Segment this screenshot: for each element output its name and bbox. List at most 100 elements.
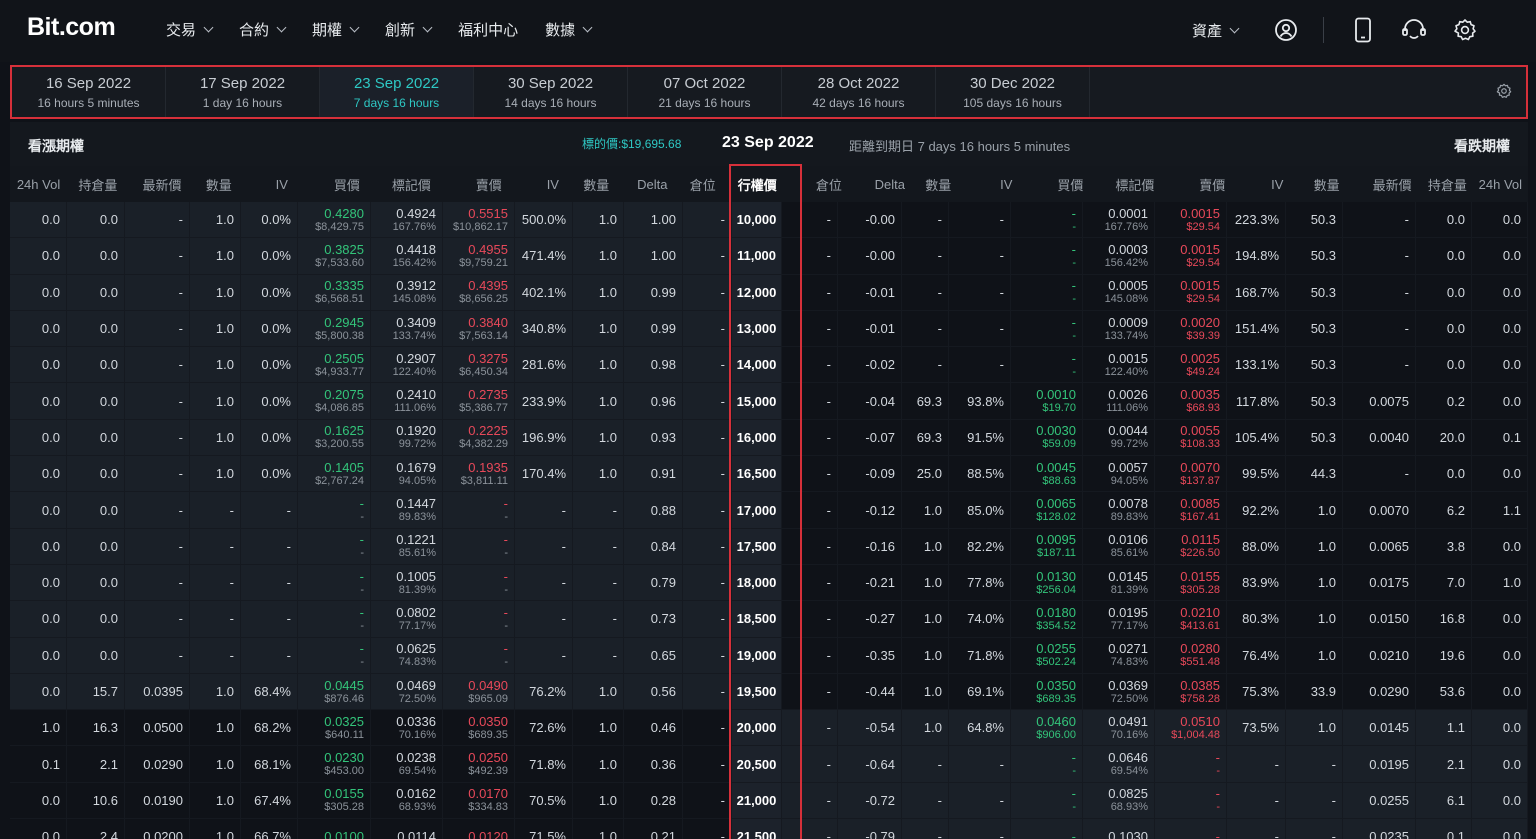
call-cell[interactable]: 0.0802 77.17% — [371, 601, 443, 637]
table-row[interactable]: 0.0 0.0-1.0 0.0% 0.3335 $6,568.51 0.3912 145.0… — [10, 274, 1528, 311]
call-cell[interactable]: -- — [443, 492, 515, 528]
menu-options[interactable]: 期權 — [312, 19, 360, 40]
table-row[interactable]: 0.0 0.0-1.0 0.0% 0.4280 $8,429.75 0.4924 167.7… — [10, 202, 1528, 239]
put-cell[interactable]: -- — [1011, 202, 1083, 238]
call-cell[interactable]: 0.4280 $8,429.75 — [298, 202, 371, 238]
logo[interactable]: Bit.com — [27, 13, 116, 42]
expiry-tab[interactable]: 07 Oct 2022 21 days 16 hours — [628, 67, 782, 117]
call-cell[interactable]: 0.1405 $2,767.24 — [298, 456, 371, 492]
put-cell[interactable]: 0.0009 133.74% — [1083, 310, 1155, 347]
put-cell[interactable]: 0.0078 89.83% — [1083, 492, 1155, 528]
put-cell[interactable]: 0.1030 — [1083, 819, 1155, 839]
put-cell[interactable]: -- — [1011, 746, 1083, 782]
put-cell[interactable]: 0.0130 $256.04 — [1011, 564, 1083, 601]
expiry-tab[interactable]: 16 Sep 2022 16 hours 5 minutes — [12, 67, 166, 117]
call-cell[interactable]: 0.0469 72.50% — [371, 673, 443, 710]
put-cell[interactable]: -- — [1011, 238, 1083, 274]
put-cell[interactable]: 0.0020 $39.39 — [1155, 310, 1227, 347]
call-cell[interactable]: 0.0155 $305.28 — [298, 782, 371, 819]
user-icon[interactable] — [1272, 16, 1300, 44]
put-cell[interactable]: 0.0180 $354.52 — [1011, 601, 1083, 637]
call-cell[interactable]: -- — [443, 637, 515, 673]
put-cell[interactable]: 0.0350 $689.35 — [1011, 673, 1083, 710]
table-row[interactable]: 0.0 0.0- - - - -0.1447 89.83% - - - -0.88-17,000- -… — [10, 492, 1528, 529]
call-cell[interactable]: 0.0114 — [371, 819, 443, 839]
put-cell[interactable]: 0.0015 122.40% — [1083, 347, 1155, 383]
put-cell[interactable]: 0.0385 $758.28 — [1155, 673, 1227, 710]
put-cell[interactable]: 0.0491 70.16% — [1083, 710, 1155, 746]
put-cell[interactable]: 0.0271 74.83% — [1083, 637, 1155, 673]
put-cell[interactable]: 0.0280 $551.48 — [1155, 637, 1227, 673]
table-row[interactable]: 0.0 0.0- - - - -0.0625 74.83% - - - -0.65-19,000- -… — [10, 637, 1528, 674]
call-cell[interactable]: 0.0100 — [298, 819, 371, 839]
table-row[interactable]: 0.0 15.7 0.0395 1.0 68.4% 0.0445 $876.46 0.0469… — [10, 673, 1528, 711]
call-cell[interactable]: 0.0120 — [443, 819, 515, 839]
put-cell[interactable]: 0.0003 156.42% — [1083, 238, 1155, 274]
table-row[interactable]: 0.0 0.0-1.0 0.0% 0.1625 $3,200.55 0.1920 99.72… — [10, 419, 1528, 457]
put-cell[interactable]: 0.0015 $29.54 — [1155, 274, 1227, 310]
call-cell[interactable]: 0.3409 133.74% — [371, 310, 443, 347]
put-cell[interactable]: 0.0510 $1,004.48 — [1155, 710, 1227, 746]
put-cell[interactable]: 0.0155 $305.28 — [1155, 564, 1227, 601]
call-cell[interactable]: 0.2945 $5,800.38 — [298, 310, 371, 347]
put-cell[interactable]: 0.0035 $68.93 — [1155, 383, 1227, 419]
call-cell[interactable]: -- — [443, 528, 515, 564]
put-cell[interactable]: 0.0010 $19.70 — [1011, 383, 1083, 419]
settings-gear-icon[interactable] — [1451, 16, 1479, 44]
table-row[interactable]: 0.0 0.0-1.0 0.0% 0.2945 $5,800.38 0.3409 133.7… — [10, 310, 1528, 348]
call-cell[interactable]: 0.0250 $492.39 — [443, 746, 515, 782]
expiry-tab[interactable]: 30 Sep 2022 14 days 16 hours — [474, 67, 628, 117]
call-cell[interactable]: 0.0162 68.93% — [371, 782, 443, 819]
put-cell[interactable]: 0.0255 $502.24 — [1011, 637, 1083, 673]
put-cell[interactable]: 0.0055 $108.33 — [1155, 419, 1227, 456]
put-cell[interactable]: 0.0026 111.06% — [1083, 383, 1155, 419]
table-row[interactable]: 0.0 2.4 0.0200 1.0 66.7% 0.0100 0.0114 0.0120 71… — [10, 819, 1528, 839]
put-cell[interactable]: 0.0025 $49.24 — [1155, 347, 1227, 383]
put-cell[interactable]: 0.0057 94.05% — [1083, 456, 1155, 492]
call-cell[interactable]: 0.1625 $3,200.55 — [298, 419, 371, 456]
put-cell[interactable]: 0.0070 $137.87 — [1155, 456, 1227, 492]
put-cell[interactable]: 0.0195 77.17% — [1083, 601, 1155, 637]
call-cell[interactable]: -- — [298, 637, 371, 673]
put-cell[interactable]: 0.0030 $59.09 — [1011, 419, 1083, 456]
call-cell[interactable]: 0.3840 $7,563.14 — [443, 310, 515, 347]
call-cell[interactable]: -- — [298, 601, 371, 637]
expiry-tab[interactable]: 28 Oct 2022 42 days 16 hours — [782, 67, 936, 117]
call-cell[interactable]: 0.2505 $4,933.77 — [298, 347, 371, 383]
call-cell[interactable]: -- — [298, 492, 371, 528]
put-cell[interactable]: -- — [1155, 746, 1227, 782]
menu-rewards[interactable]: 福利中心 — [458, 19, 518, 40]
table-row[interactable]: 1.0 16.3 0.0500 1.0 68.2% 0.0325 $640.11 0.0336… — [10, 710, 1528, 747]
call-cell[interactable]: 0.0445 $876.46 — [298, 673, 371, 710]
put-cell[interactable]: 0.0065 $128.02 — [1011, 492, 1083, 528]
put-cell[interactable]: 0.0015 $29.54 — [1155, 238, 1227, 274]
table-row[interactable]: 0.0 10.6 0.0190 1.0 67.4% 0.0155 $305.28 0.0162… — [10, 782, 1528, 820]
call-cell[interactable]: 0.1679 94.05% — [371, 456, 443, 492]
menu-trade[interactable]: 交易 — [166, 19, 214, 40]
expiry-tab[interactable]: 30 Dec 2022 105 days 16 hours — [936, 67, 1090, 117]
table-row[interactable]: 0.0 0.0-1.0 0.0% 0.2075 $4,086.85 0.2410 111.0… — [10, 383, 1528, 420]
call-cell[interactable]: 0.1221 85.61% — [371, 528, 443, 564]
settings-gear-icon[interactable] — [1496, 83, 1512, 104]
call-cell[interactable]: 0.2075 $4,086.85 — [298, 383, 371, 419]
menu-futures[interactable]: 合約 — [239, 19, 287, 40]
call-cell[interactable]: 0.3335 $6,568.51 — [298, 274, 371, 310]
table-row[interactable]: 0.0 0.0-1.0 0.0% 0.2505 $4,933.77 0.2907 122.4… — [10, 347, 1528, 384]
call-cell[interactable]: -- — [443, 601, 515, 637]
call-cell[interactable]: 0.0230 $453.00 — [298, 746, 371, 782]
mobile-icon[interactable] — [1349, 16, 1377, 44]
call-cell[interactable]: 0.3912 145.08% — [371, 274, 443, 310]
call-cell[interactable]: 0.1920 99.72% — [371, 419, 443, 456]
put-cell[interactable]: 0.0369 72.50% — [1083, 673, 1155, 710]
call-cell[interactable]: 0.2735 $5,386.77 — [443, 383, 515, 419]
call-cell[interactable]: 0.4418 156.42% — [371, 238, 443, 274]
call-cell[interactable]: -- — [298, 564, 371, 601]
table-row[interactable]: 0.0 0.0-1.0 0.0% 0.3825 $7,533.60 0.4418 156.4… — [10, 238, 1528, 275]
call-cell[interactable]: 0.4395 $8,656.25 — [443, 274, 515, 310]
call-cell[interactable]: 0.0170 $334.83 — [443, 782, 515, 819]
call-cell[interactable]: 0.0238 69.54% — [371, 746, 443, 782]
table-row[interactable]: 0.1 2.1 0.0290 1.0 68.1% 0.0230 $453.00 0.0238 6… — [10, 746, 1528, 783]
call-cell[interactable]: 0.2907 122.40% — [371, 347, 443, 383]
put-cell[interactable]: 0.0646 69.54% — [1083, 746, 1155, 782]
put-cell[interactable]: 0.0001 167.76% — [1083, 202, 1155, 238]
